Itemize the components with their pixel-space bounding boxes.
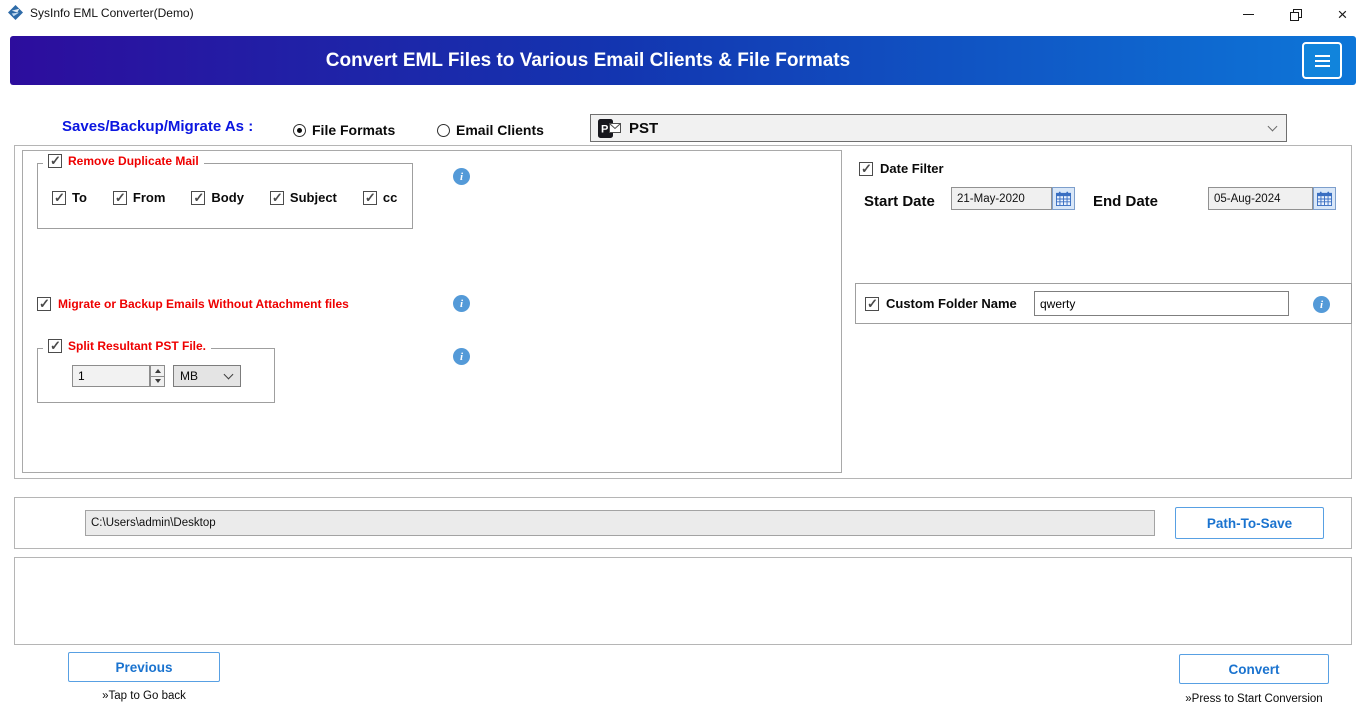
chevron-down-icon: [1268, 121, 1278, 131]
calendar-icon: [1317, 191, 1332, 206]
info-icon[interactable]: i: [453, 348, 470, 365]
minimize-icon: [1243, 14, 1254, 15]
spinner-up-icon: [155, 369, 161, 373]
convert-button[interactable]: Convert: [1179, 654, 1329, 684]
remove-duplicate-label: Remove Duplicate Mail: [68, 154, 199, 168]
title-bar: SysInfo EML Converter(Demo) ×: [0, 0, 1366, 26]
dup-field-subject[interactable]: Subject: [270, 190, 337, 205]
subject-label: Subject: [290, 190, 337, 205]
custom-folder-checkbox[interactable]: [865, 297, 879, 311]
to-label: To: [72, 190, 87, 205]
dup-field-to[interactable]: To: [52, 190, 87, 205]
migrate-without-attachment-checkbox[interactable]: [37, 297, 51, 311]
split-pst-label: Split Resultant PST File.: [68, 339, 206, 353]
menu-button[interactable]: [1302, 42, 1342, 79]
date-filter-checkbox[interactable]: [859, 162, 873, 176]
body-checkbox[interactable]: [191, 191, 205, 205]
close-icon: ×: [1338, 6, 1348, 23]
format-dropdown[interactable]: P PST: [590, 114, 1287, 142]
cc-checkbox[interactable]: [363, 191, 377, 205]
calendar-icon: [1056, 191, 1071, 206]
body-label: Body: [211, 190, 244, 205]
convert-hint: »Press to Start Conversion: [1159, 693, 1349, 705]
save-path-input[interactable]: [85, 510, 1155, 536]
split-unit-value: MB: [180, 369, 198, 383]
minimize-button[interactable]: [1225, 0, 1272, 28]
remove-duplicate-legend: Remove Duplicate Mail: [43, 154, 204, 168]
hamburger-icon: [1315, 55, 1330, 67]
split-pst-group: Split Resultant PST File. MB: [37, 348, 275, 403]
start-date-input[interactable]: [951, 187, 1052, 210]
radio-file-formats-control[interactable]: [293, 124, 306, 137]
spinner-down-icon: [155, 379, 161, 383]
status-box: [14, 557, 1352, 645]
info-icon[interactable]: i: [453, 295, 470, 312]
path-to-save-button[interactable]: Path-To-Save: [1175, 507, 1324, 539]
radio-email-clients-control[interactable]: [437, 124, 450, 137]
start-date-label: Start Date: [864, 193, 935, 210]
split-size-spinner: [150, 365, 165, 387]
spinner-down-button[interactable]: [150, 377, 165, 388]
custom-folder-group: Custom Folder Name i: [855, 283, 1352, 324]
cc-label: cc: [383, 190, 397, 205]
custom-folder-row[interactable]: Custom Folder Name: [865, 296, 1017, 311]
migrate-without-attachment-row[interactable]: Migrate or Backup Emails Without Attachm…: [37, 297, 349, 311]
duplicate-fields-row: To From Body Subject cc: [52, 190, 397, 205]
previous-button[interactable]: Previous: [68, 652, 220, 682]
radio-file-formats[interactable]: File Formats: [293, 122, 395, 138]
custom-folder-label: Custom Folder Name: [886, 296, 1017, 311]
app-logo-icon: [8, 5, 23, 20]
dup-field-body[interactable]: Body: [191, 190, 244, 205]
start-date-calendar-button[interactable]: [1052, 187, 1075, 210]
chevron-down-icon: [224, 369, 234, 379]
header-banner: Convert EML Files to Various Email Clien…: [10, 36, 1356, 85]
info-icon[interactable]: i: [1313, 296, 1330, 313]
split-size-input[interactable]: [72, 365, 150, 387]
subject-checkbox[interactable]: [270, 191, 284, 205]
split-pst-checkbox[interactable]: [48, 339, 62, 353]
svg-text:P: P: [601, 123, 608, 135]
radio-email-clients-label: Email Clients: [456, 122, 544, 138]
close-button[interactable]: ×: [1319, 0, 1366, 28]
format-dropdown-value: PST: [629, 120, 658, 137]
end-date-label: End Date: [1093, 193, 1158, 210]
restore-icon: [1290, 9, 1301, 20]
pst-file-icon: P: [598, 119, 622, 138]
to-checkbox[interactable]: [52, 191, 66, 205]
date-filter-label: Date Filter: [880, 161, 944, 176]
from-checkbox[interactable]: [113, 191, 127, 205]
custom-folder-input[interactable]: [1034, 291, 1289, 316]
page-title: Convert EML Files to Various Email Clien…: [10, 36, 1166, 85]
restore-button[interactable]: [1272, 0, 1319, 28]
info-icon[interactable]: i: [453, 168, 470, 185]
split-unit-dropdown[interactable]: MB: [173, 365, 241, 387]
radio-file-formats-label: File Formats: [312, 122, 395, 138]
window-title: SysInfo EML Converter(Demo): [30, 6, 194, 20]
mode-label: Saves/Backup/Migrate As :: [62, 118, 253, 135]
end-date-input[interactable]: [1208, 187, 1313, 210]
remove-duplicate-checkbox[interactable]: [48, 154, 62, 168]
radio-email-clients[interactable]: Email Clients: [437, 122, 544, 138]
previous-hint: »Tap to Go back: [49, 690, 239, 702]
from-label: From: [133, 190, 166, 205]
window-controls: ×: [1225, 0, 1366, 28]
remove-duplicate-group: Remove Duplicate Mail To From Body Subje…: [37, 163, 413, 229]
migrate-without-attachment-label: Migrate or Backup Emails Without Attachm…: [58, 297, 349, 311]
date-filter-row[interactable]: Date Filter: [859, 161, 944, 176]
end-date-calendar-button[interactable]: [1313, 187, 1336, 210]
spinner-up-button[interactable]: [150, 365, 165, 377]
dup-field-from[interactable]: From: [113, 190, 166, 205]
conversion-options-panel: Remove Duplicate Mail To From Body Subje…: [22, 150, 842, 473]
split-pst-legend: Split Resultant PST File.: [43, 339, 211, 353]
dup-field-cc[interactable]: cc: [363, 190, 397, 205]
